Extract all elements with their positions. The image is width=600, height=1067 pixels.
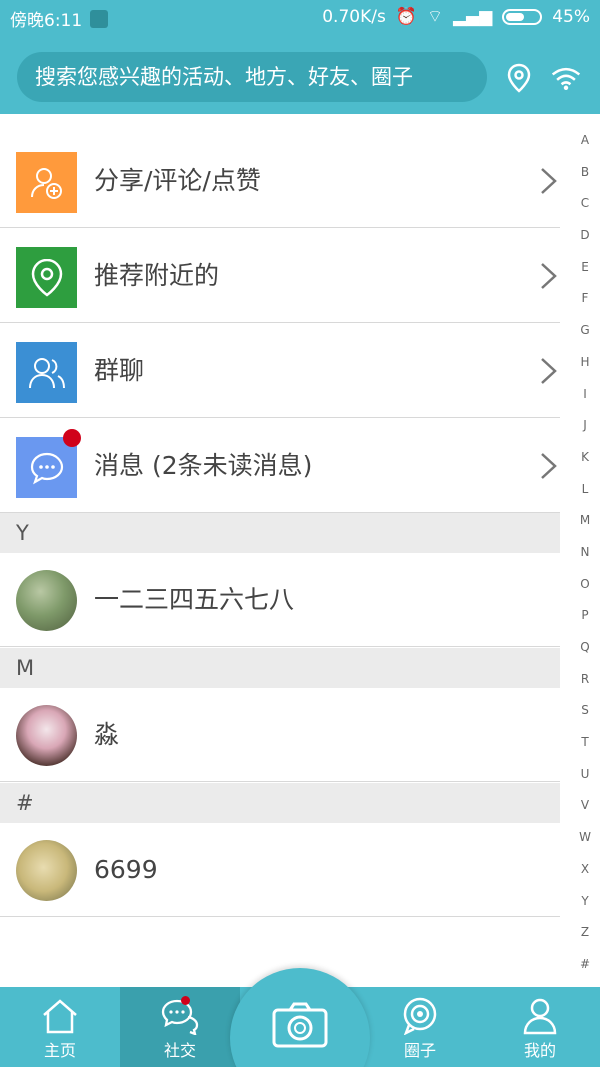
- tab-label: 主页: [43, 1041, 76, 1060]
- index-letter[interactable]: Q: [574, 632, 596, 664]
- section-header: M: [0, 648, 560, 688]
- index-letter[interactable]: H: [574, 347, 596, 379]
- index-letter[interactable]: D: [574, 220, 596, 252]
- alphabet-index[interactable]: A B C D E F G H I J K L M N O P Q R S T …: [574, 125, 596, 981]
- status-left: 傍晚6:11: [10, 6, 109, 31]
- index-letter[interactable]: K: [574, 442, 596, 474]
- index-letter[interactable]: Z: [574, 917, 596, 949]
- status-right: 0.70K/s ⏰ ⌔ ▂▄▆ 45%: [322, 6, 590, 28]
- index-letter[interactable]: S: [574, 695, 596, 727]
- user-add-icon: [16, 152, 77, 213]
- index-letter[interactable]: L: [574, 474, 596, 506]
- tab-unread-dot: [181, 996, 190, 1005]
- menu-label: 推荐附近的: [94, 261, 220, 290]
- status-bar: 傍晚6:11 0.70K/s ⏰ ⌔ ▂▄▆ 45%: [0, 0, 600, 34]
- index-letter[interactable]: V: [574, 790, 596, 822]
- profile-icon: [523, 998, 557, 1035]
- menu-messages[interactable]: 消息 (2条未读消息): [0, 419, 560, 513]
- section-header: Y: [0, 513, 560, 553]
- chevron-right-icon: [541, 358, 557, 384]
- social-chat-icon: [161, 999, 199, 1035]
- chevron-right-icon: [541, 168, 557, 194]
- index-letter[interactable]: X: [574, 854, 596, 886]
- contact-name: 6699: [94, 855, 158, 884]
- wifi-status-icon: ⌔: [426, 7, 443, 27]
- contact-name: 淼: [94, 720, 120, 749]
- avatar: [16, 705, 77, 766]
- index-letter[interactable]: U: [574, 759, 596, 791]
- chevron-right-icon: [541, 453, 557, 479]
- unread-dot: [63, 429, 81, 447]
- camera-icon: [272, 1002, 328, 1048]
- index-letter[interactable]: N: [574, 537, 596, 569]
- menu-group-chat[interactable]: 群聊: [0, 324, 560, 418]
- tab-me[interactable]: 我的: [480, 987, 600, 1067]
- signal-icon: ▂▄▆: [452, 6, 493, 27]
- chevron-right-icon: [541, 263, 557, 289]
- contact-row[interactable]: 淼: [0, 688, 560, 782]
- index-letter[interactable]: F: [574, 283, 596, 315]
- section-header: #: [0, 783, 560, 823]
- index-letter[interactable]: P: [574, 600, 596, 632]
- app-root: 傍晚6:11 0.70K/s ⏰ ⌔ ▂▄▆ 45% 搜索您感兴趣的活动、地方、…: [0, 0, 600, 1067]
- wifi-scan-icon[interactable]: [550, 62, 582, 94]
- index-letter[interactable]: W: [574, 822, 596, 854]
- index-letter[interactable]: I: [574, 379, 596, 411]
- search-placeholder: 搜索您感兴趣的活动、地方、好友、圈子: [35, 65, 413, 89]
- menu-share-comment-like[interactable]: 分享/评论/点赞: [0, 134, 560, 228]
- index-letter[interactable]: #: [574, 949, 596, 981]
- tab-label: 圈子: [403, 1041, 436, 1060]
- notification-icon: [90, 9, 109, 28]
- index-letter[interactable]: C: [574, 188, 596, 220]
- network-speed: 0.70K/s: [322, 6, 386, 27]
- index-letter[interactable]: Y: [574, 886, 596, 918]
- avatar: [16, 570, 77, 631]
- index-letter[interactable]: G: [574, 315, 596, 347]
- camera-button[interactable]: [230, 968, 370, 1067]
- location-pin-icon: [16, 247, 77, 308]
- tab-label: 社交: [163, 1041, 196, 1060]
- status-time: 傍晚6:11: [10, 11, 83, 31]
- index-letter[interactable]: B: [574, 157, 596, 189]
- menu-label: 分享/评论/点赞: [94, 166, 261, 195]
- battery-percent: 45%: [552, 6, 590, 27]
- group-icon: [16, 342, 77, 403]
- battery-icon: [502, 8, 543, 25]
- contact-name: 一二三四五六七八: [94, 585, 295, 614]
- index-letter[interactable]: J: [574, 410, 596, 442]
- index-letter[interactable]: M: [574, 505, 596, 537]
- contact-row[interactable]: 6699: [0, 823, 560, 917]
- home-icon: [43, 999, 77, 1034]
- tab-social[interactable]: 社交: [120, 987, 240, 1067]
- tab-label: 我的: [523, 1041, 556, 1060]
- location-icon[interactable]: [503, 62, 535, 94]
- index-letter[interactable]: R: [574, 664, 596, 696]
- tab-home[interactable]: 主页: [0, 987, 120, 1067]
- tab-circles[interactable]: 圈子: [360, 987, 480, 1067]
- avatar: [16, 840, 77, 901]
- contact-row[interactable]: 一二三四五六七八: [0, 553, 560, 647]
- menu-recommend-nearby[interactable]: 推荐附近的: [0, 229, 560, 323]
- index-letter[interactable]: E: [574, 252, 596, 284]
- index-letter[interactable]: T: [574, 727, 596, 759]
- menu-label: 群聊: [94, 356, 145, 385]
- search-input[interactable]: 搜索您感兴趣的活动、地方、好友、圈子: [17, 52, 487, 102]
- menu-label: 消息 (2条未读消息): [94, 451, 313, 480]
- top-header: 搜索您感兴趣的活动、地方、好友、圈子: [0, 34, 600, 114]
- alarm-icon: ⏰: [395, 6, 417, 27]
- index-letter[interactable]: A: [574, 125, 596, 157]
- circle-target-icon: [403, 997, 437, 1035]
- index-letter[interactable]: O: [574, 569, 596, 601]
